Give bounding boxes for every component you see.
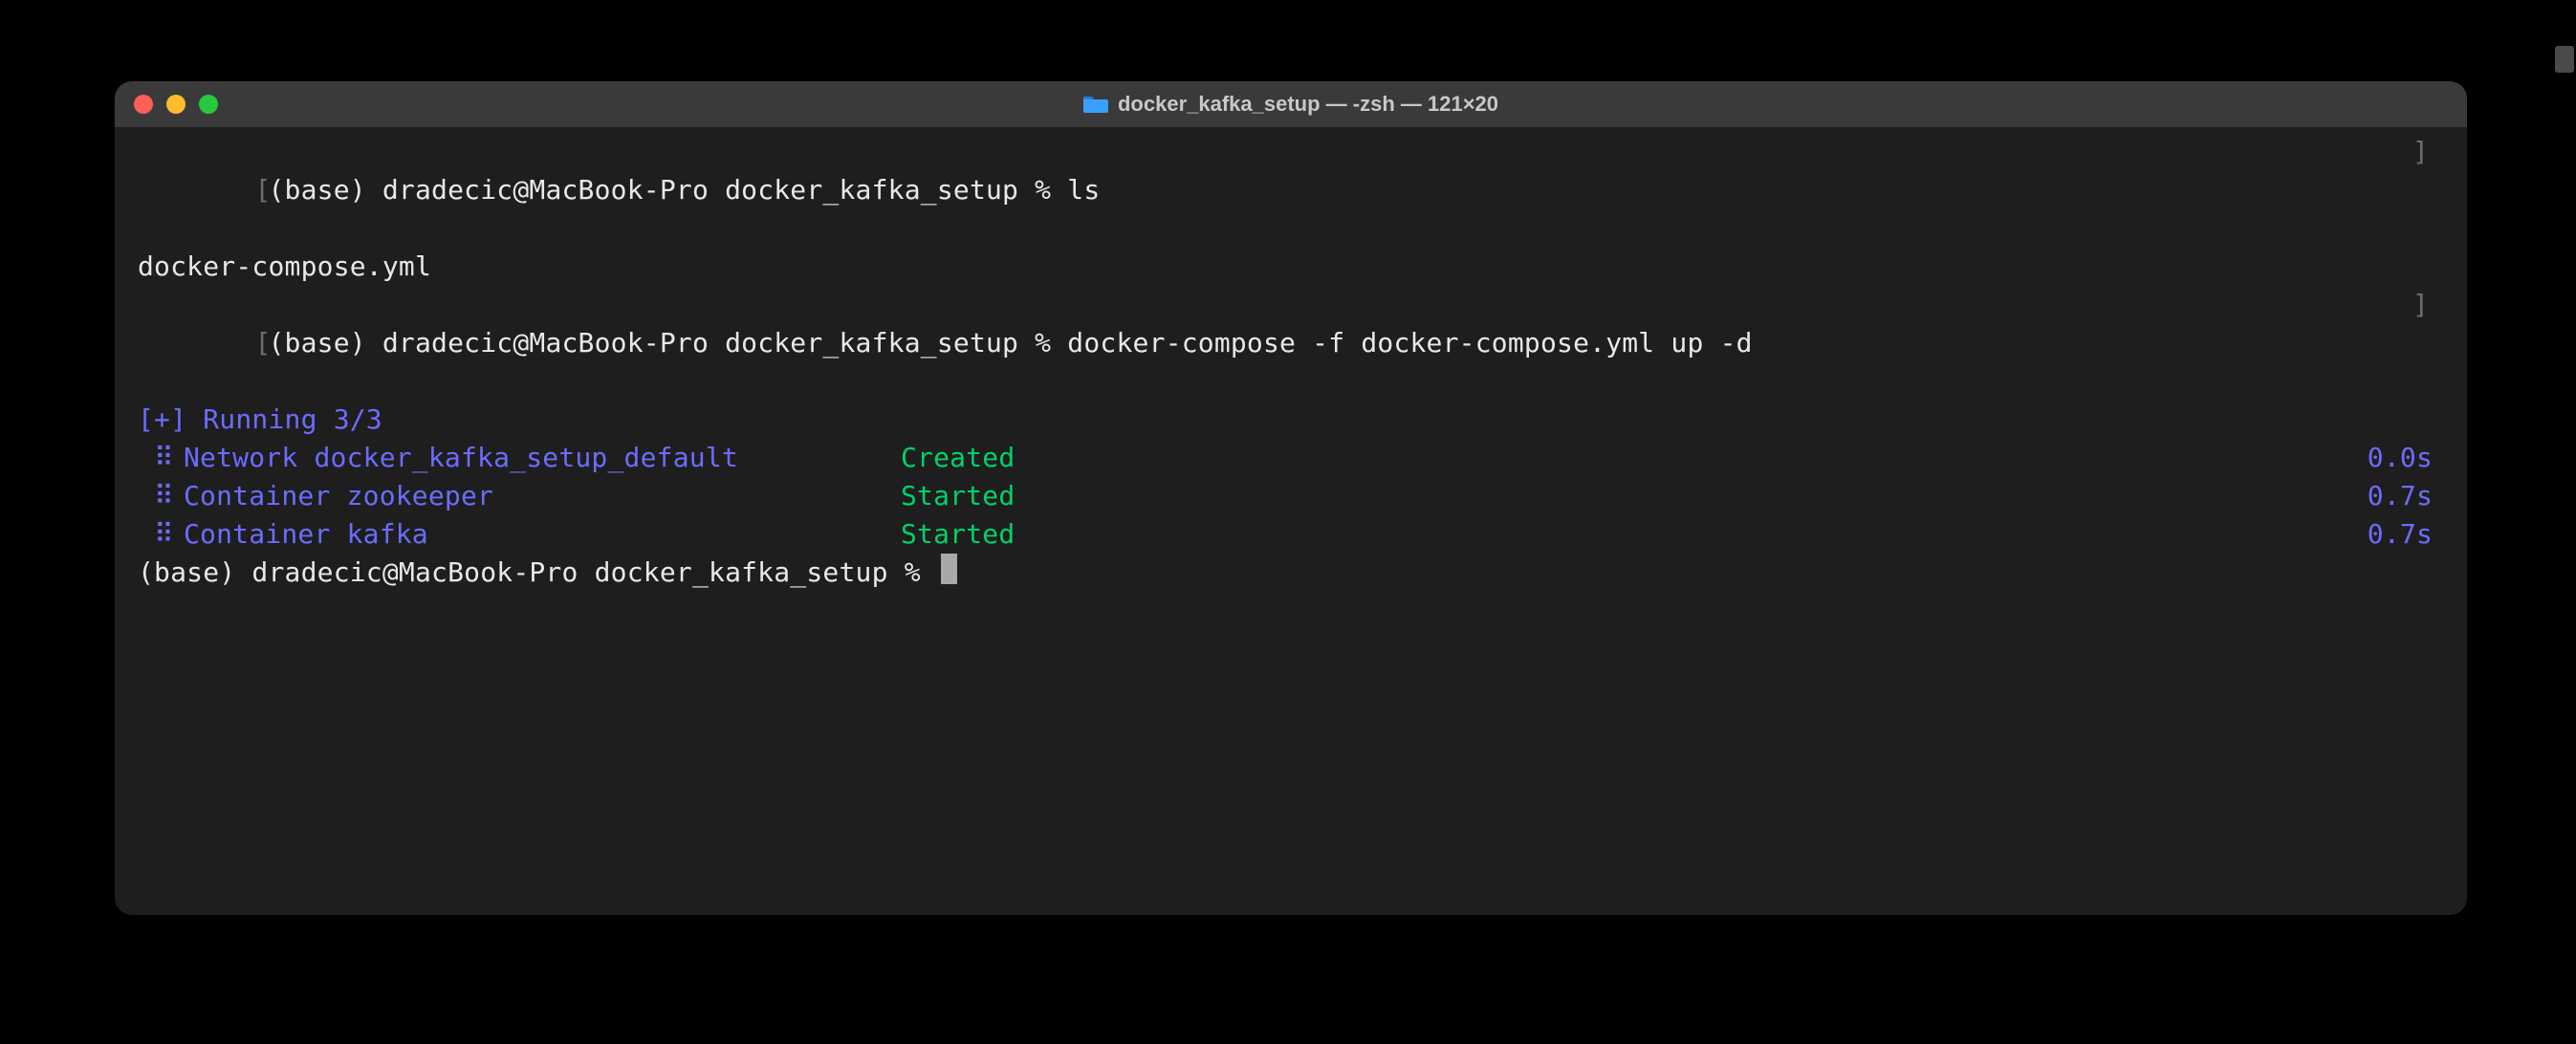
status-label: Container zookeeper	[184, 477, 901, 515]
terminal-line: [(base) dradecic@MacBook-Pro docker_kafk…	[124, 133, 2457, 248]
status-time: 0.0s	[2368, 439, 2457, 477]
line-indent	[124, 554, 138, 592]
line-indent	[124, 248, 138, 286]
status-label: Network docker_kafka_setup_default	[184, 439, 901, 477]
status-label: Container kafka	[184, 515, 901, 554]
status-row: ⠿ Container kafka Started 0.7s	[124, 515, 2457, 554]
terminal-line: [(base) dradecic@MacBook-Pro docker_kafk…	[124, 286, 2457, 401]
line-indent	[124, 401, 138, 439]
progress-icon: ⠿	[138, 515, 184, 554]
titlebar[interactable]: docker_kafka_setup — -zsh — 121×20	[115, 81, 2467, 127]
status-row: ⠿ Network docker_kafka_setup_default Cre…	[124, 439, 2457, 477]
bracket-close: ]	[2412, 133, 2457, 248]
bracket-open: [	[254, 171, 268, 209]
close-icon[interactable]	[134, 95, 153, 114]
status-row: ⠿ Container zookeeper Started 0.7s	[124, 477, 2457, 515]
terminal-window: docker_kafka_setup — -zsh — 121×20 [(bas…	[115, 81, 2467, 915]
running-header: [+] Running 3/3	[138, 401, 382, 439]
status-time: 0.7s	[2368, 477, 2457, 515]
window-title: docker_kafka_setup — -zsh — 121×20	[1083, 92, 1498, 117]
folder-icon	[1083, 95, 1108, 114]
traffic-lights	[115, 95, 218, 114]
progress-icon: ⠿	[138, 439, 184, 477]
bracket-close: ]	[2412, 286, 2457, 401]
prompt-text: (base) dradecic@MacBook-Pro docker_kafka…	[268, 327, 1067, 359]
output-text: docker-compose.yml	[138, 248, 431, 286]
prompt-text: (base) dradecic@MacBook-Pro docker_kafka…	[138, 554, 937, 592]
terminal-line: docker-compose.yml	[124, 248, 2457, 286]
line-indent	[124, 477, 138, 515]
status-text: Created	[901, 439, 2368, 477]
status-text: Started	[901, 515, 2368, 554]
bracket-open: [	[254, 324, 268, 362]
status-time: 0.7s	[2368, 515, 2457, 554]
line-indent	[124, 515, 138, 554]
cursor-icon	[941, 554, 957, 584]
progress-icon: ⠿	[138, 477, 184, 515]
terminal-line: [+] Running 3/3	[124, 401, 2457, 439]
terminal-line: (base) dradecic@MacBook-Pro docker_kafka…	[124, 554, 2457, 592]
command-text: ls	[1067, 174, 1100, 206]
prompt-text: (base) dradecic@MacBook-Pro docker_kafka…	[268, 174, 1067, 206]
status-text: Started	[901, 477, 2368, 515]
command-text: docker-compose -f docker-compose.yml up …	[1067, 327, 1752, 359]
maximize-icon[interactable]	[199, 95, 218, 114]
window-title-text: docker_kafka_setup — -zsh — 121×20	[1118, 92, 1498, 117]
line-indent	[124, 439, 138, 477]
terminal-body[interactable]: [(base) dradecic@MacBook-Pro docker_kafk…	[115, 127, 2467, 915]
minimize-icon[interactable]	[166, 95, 186, 114]
